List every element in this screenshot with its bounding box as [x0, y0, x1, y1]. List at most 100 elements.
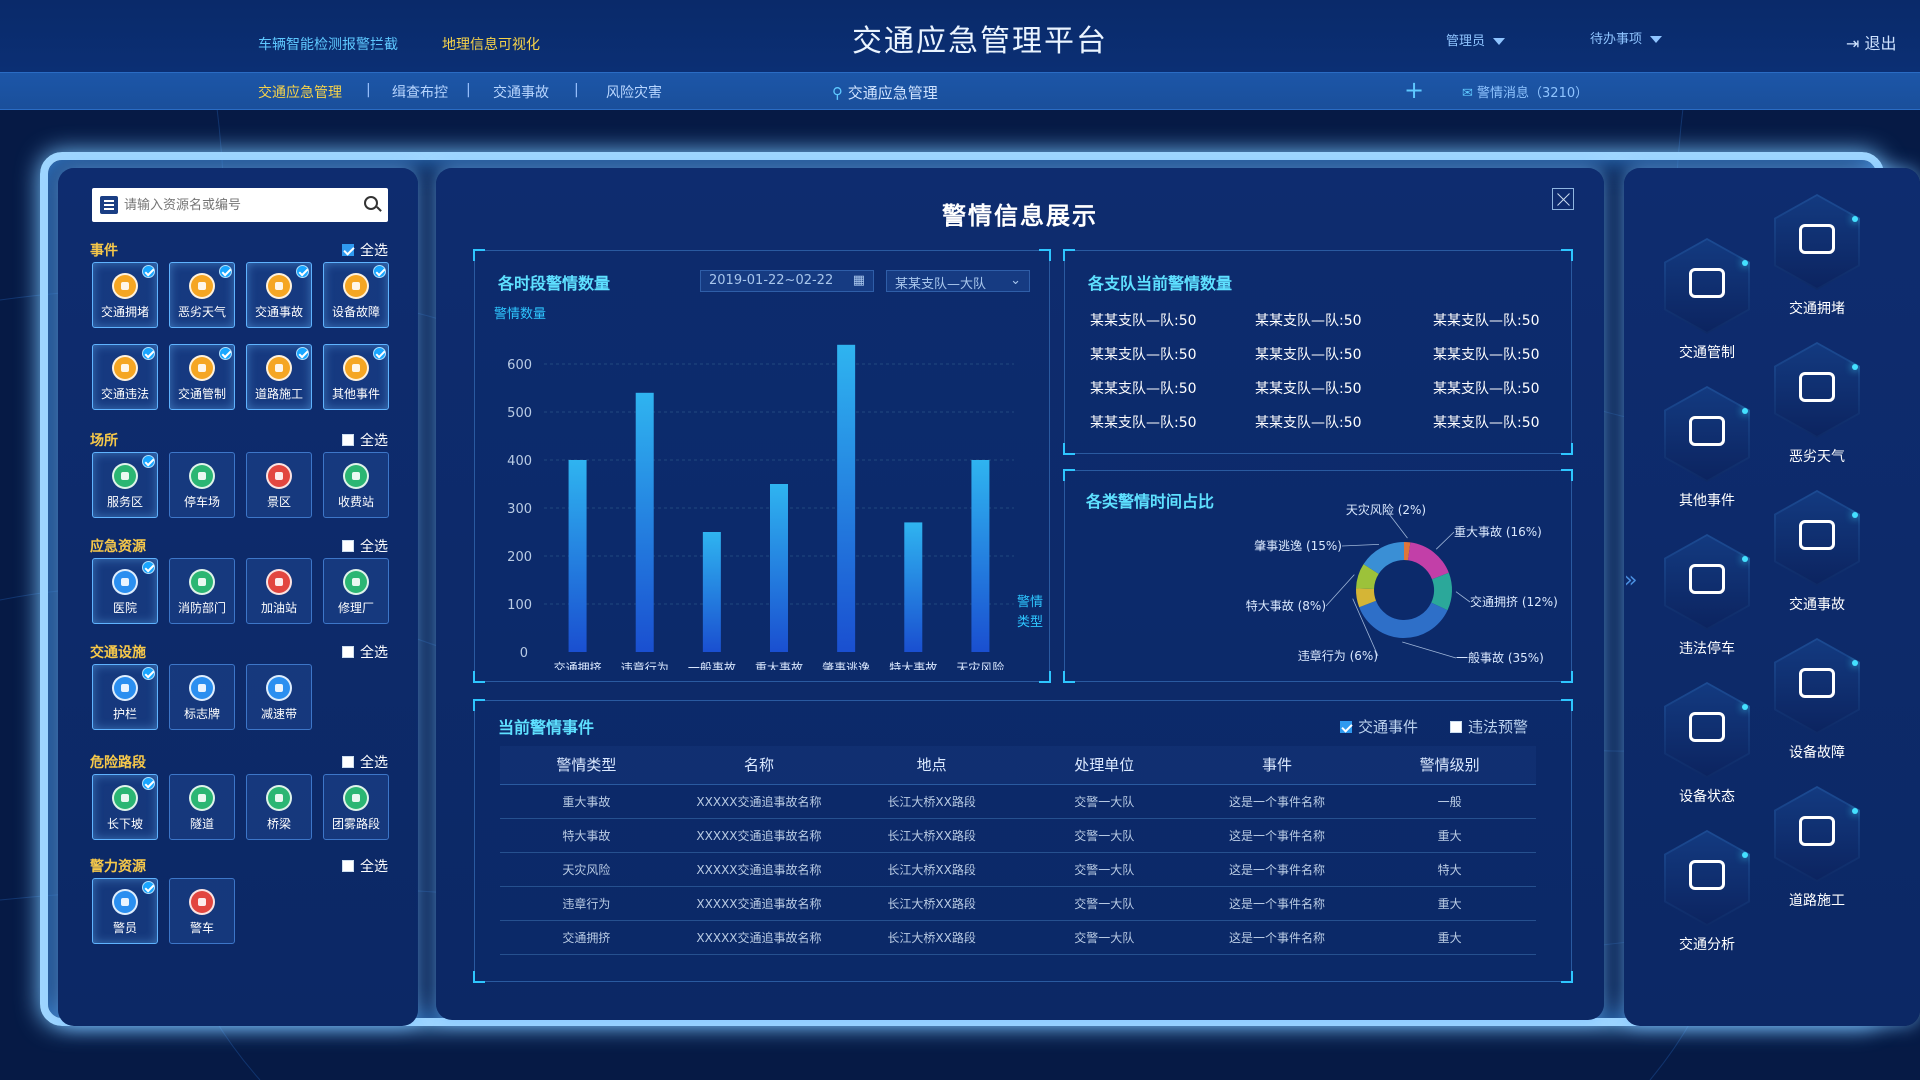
table-cell: 交警一大队	[1017, 852, 1191, 887]
checkbox[interactable]	[1450, 721, 1462, 733]
checkbox[interactable]	[342, 244, 354, 256]
select-all[interactable]: 全选	[342, 856, 388, 876]
checkbox[interactable]	[342, 540, 354, 552]
table-row[interactable]: 重大事故 XXXXX交通追事故名称 长江大桥XX路段 交警一大队 这是一个事件名称 一般	[500, 784, 1536, 819]
resource-tile[interactable]: 停车场	[169, 452, 235, 518]
resource-tile[interactable]: 团雾路段	[323, 774, 389, 840]
table-cell: XXXXX交通追事故名称	[672, 784, 846, 819]
bar[interactable]	[837, 344, 856, 652]
search-box[interactable]	[92, 188, 388, 222]
check-icon	[296, 347, 309, 360]
bar[interactable]	[770, 484, 788, 652]
search-icon[interactable]	[364, 196, 378, 210]
select-all[interactable]: 全选	[342, 536, 388, 556]
tile-label: 团雾路段	[331, 817, 380, 831]
resource-tile[interactable]: 医院	[92, 558, 158, 624]
resource-tile[interactable]: 交通违法	[92, 344, 158, 410]
table-cell: 交警一大队	[1017, 920, 1191, 955]
resource-tile[interactable]: 护栏	[92, 664, 158, 730]
resource-tile[interactable]: 隧道	[169, 774, 235, 840]
search-input[interactable]	[124, 194, 354, 216]
tool-label: 恶劣天气	[1789, 449, 1845, 465]
pie-slice[interactable]	[1359, 600, 1448, 638]
nav-item-emergency[interactable]: 交通应急管理	[258, 82, 342, 102]
column-header[interactable]: 事件	[1190, 746, 1364, 785]
table-cell: 重大	[1363, 920, 1536, 955]
filter-violation-warning[interactable]: 违法预警	[1450, 716, 1528, 737]
logout-button[interactable]: ⇥ 退出	[1846, 30, 1897, 54]
resource-tile[interactable]: 交通管制	[169, 344, 235, 410]
resource-tile[interactable]: 恶劣天气	[169, 262, 235, 328]
team-count-item: 某某支队—队:50	[1433, 347, 1540, 363]
checkbox[interactable]	[1340, 721, 1352, 733]
messages-button[interactable]: ✉ 警情消息（3210）	[1462, 82, 1588, 101]
resource-tile[interactable]: 警车	[169, 878, 235, 944]
resource-tile[interactable]: 长下坡	[92, 774, 158, 840]
table-row[interactable]: 天灾风险 XXXXX交通追事故名称 长江大桥XX路段 交警一大队 这是一个事件名称 特大	[500, 852, 1536, 887]
check-icon	[142, 347, 155, 360]
resource-tile[interactable]: 警员	[92, 878, 158, 944]
resource-tile[interactable]: 服务区	[92, 452, 158, 518]
select-all[interactable]: 全选	[342, 240, 388, 260]
nav-item-accident[interactable]: 交通事故	[493, 82, 549, 102]
nav-item-surveillance[interactable]: 缉查布控	[392, 82, 448, 102]
table-row[interactable]: 特大事故 XXXXX交通追事故名称 长江大桥XX路段 交警一大队 这是一个事件名称 重大	[500, 818, 1536, 853]
nav-item-risk[interactable]: 风险灾害	[606, 82, 662, 102]
resource-tile[interactable]: 交通事故	[246, 262, 312, 328]
pie-slice[interactable]	[1407, 542, 1449, 580]
team-select[interactable]: 某某支队—大队 ⌄	[886, 270, 1030, 292]
checkbox[interactable]	[342, 434, 354, 446]
expand-icon[interactable]: »	[1624, 568, 1637, 593]
column-header[interactable]: 处理单位	[1017, 746, 1191, 785]
column-header[interactable]: 地点	[845, 746, 1018, 785]
bar[interactable]	[971, 460, 990, 652]
resource-tile[interactable]: 其他事件	[323, 344, 389, 410]
check-icon	[142, 561, 155, 574]
tile-label: 消防部门	[177, 601, 226, 615]
bar[interactable]	[702, 532, 721, 652]
column-header[interactable]: 名称	[672, 746, 846, 785]
tile-label: 服务区	[106, 495, 143, 509]
traffic-control-icon	[1689, 268, 1725, 298]
filter-traffic-events[interactable]: 交通事件	[1340, 716, 1418, 737]
checkbox[interactable]	[342, 860, 354, 872]
resource-tile[interactable]: 修理厂	[323, 558, 389, 624]
resource-tile[interactable]: 收费站	[323, 452, 389, 518]
x-tick-label: 重大事故	[755, 660, 803, 670]
user-menu[interactable]: 管理员	[1446, 30, 1506, 49]
add-button[interactable]: +	[1404, 76, 1424, 104]
checkbox[interactable]	[342, 646, 354, 658]
date-range-picker[interactable]: 2019-01-22~02-22 ▦	[700, 270, 874, 292]
select-all[interactable]: 全选	[342, 430, 388, 450]
column-header[interactable]: 警情类型	[500, 746, 673, 785]
resource-tile[interactable]: 减速带	[246, 664, 312, 730]
select-all[interactable]: 全选	[342, 642, 388, 662]
resource-tile[interactable]: 标志牌	[169, 664, 235, 730]
checkbox[interactable]	[342, 756, 354, 768]
glow-dot	[1742, 408, 1748, 414]
todo-menu[interactable]: 待办事项	[1590, 28, 1663, 47]
resource-tile[interactable]: 道路施工	[246, 344, 312, 410]
chevron-down-icon	[1493, 38, 1506, 45]
bar[interactable]	[904, 522, 923, 652]
link-gis[interactable]: 地理信息可视化	[442, 34, 540, 54]
leader-line	[1455, 591, 1471, 603]
resource-tile[interactable]: 景区	[246, 452, 312, 518]
resource-tile[interactable]: 设备故障	[323, 262, 389, 328]
resource-tile[interactable]: 加油站	[246, 558, 312, 624]
column-header[interactable]: 警情级别	[1363, 746, 1536, 785]
app-title: 交通应急管理平台	[852, 24, 1108, 59]
bar[interactable]	[568, 460, 587, 652]
bar-chart-title: 各时段警情数量	[498, 274, 611, 293]
resource-tile[interactable]: 消防部门	[169, 558, 235, 624]
bar[interactable]	[635, 392, 654, 652]
close-icon[interactable]	[1552, 188, 1574, 210]
table-row[interactable]: 违章行为 XXXXX交通追事故名称 长江大桥XX路段 交警一大队 这是一个事件名称 重大	[500, 886, 1536, 921]
team-count-item: 某某支队—队:50	[1255, 415, 1362, 431]
link-vehicle-detection[interactable]: 车辆智能检测报警拦截	[258, 34, 398, 54]
select-all[interactable]: 全选	[342, 752, 388, 772]
resource-tile[interactable]: 交通拥堵	[92, 262, 158, 328]
resource-tile[interactable]: 桥梁	[246, 774, 312, 840]
table-row[interactable]: 交通拥挤 XXXXX交通追事故名称 长江大桥XX路段 交警一大队 这是一个事件名称 重大	[500, 920, 1536, 955]
slice-label: 特大事故 (8%)	[1246, 598, 1326, 613]
